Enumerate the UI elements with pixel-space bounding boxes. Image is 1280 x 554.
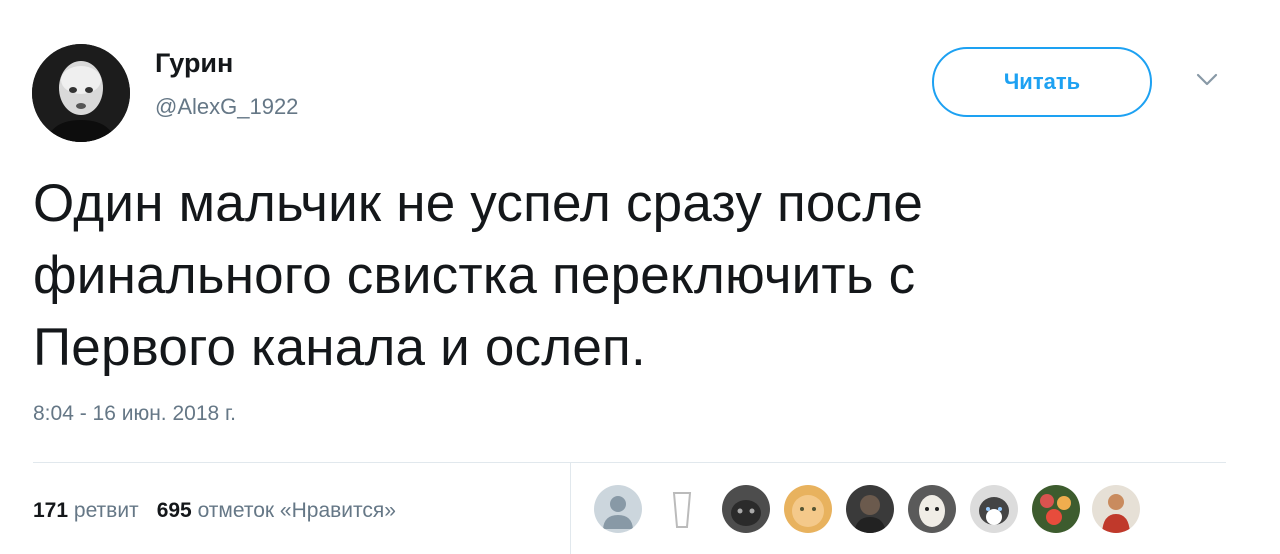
chevron-down-icon[interactable] bbox=[1196, 72, 1218, 88]
alpaca-avatar-icon[interactable] bbox=[908, 485, 956, 533]
person-red-avatar-icon[interactable] bbox=[1092, 485, 1140, 533]
cat-avatar-icon[interactable] bbox=[722, 485, 770, 533]
likes-count: 695 bbox=[156, 499, 192, 522]
tweet-text-line: финального свистка переключить с bbox=[33, 246, 916, 305]
tweet-text-line: Первого канала и ослеп. bbox=[33, 318, 646, 377]
default-avatar-icon[interactable] bbox=[594, 485, 642, 533]
tweet-text: Один мальчик не успел сразу после финаль… bbox=[33, 168, 1233, 384]
tweet-text-line: Один мальчик не успел сразу после bbox=[33, 174, 924, 233]
vertical-divider bbox=[570, 463, 571, 554]
flowers-avatar-icon[interactable] bbox=[1032, 485, 1080, 533]
tweet-stats: 171 ретвит 695 отметок «Нравится» bbox=[33, 499, 396, 523]
likes-stat[interactable]: 695 отметок «Нравится» bbox=[157, 499, 396, 522]
baby-face-avatar-icon[interactable] bbox=[784, 485, 832, 533]
husky-avatar-icon[interactable] bbox=[970, 485, 1018, 533]
retweets-label: ретвит bbox=[73, 499, 139, 522]
profile-avatar[interactable] bbox=[32, 44, 130, 142]
follow-button[interactable]: Читать bbox=[932, 47, 1152, 117]
retweets-stat[interactable]: 171 ретвит bbox=[33, 499, 139, 522]
user-handle[interactable]: @AlexG_1922 bbox=[155, 94, 298, 120]
user-display-name[interactable]: Гурин bbox=[155, 48, 233, 79]
man-avatar-icon[interactable] bbox=[846, 485, 894, 533]
glass-avatar-icon[interactable] bbox=[658, 485, 706, 533]
divider bbox=[33, 462, 1226, 463]
tweet-timestamp[interactable]: 8:04 - 16 июн. 2018 г. bbox=[33, 402, 236, 426]
retweets-count: 171 bbox=[33, 499, 69, 522]
likes-label: отметок «Нравится» bbox=[197, 499, 396, 522]
